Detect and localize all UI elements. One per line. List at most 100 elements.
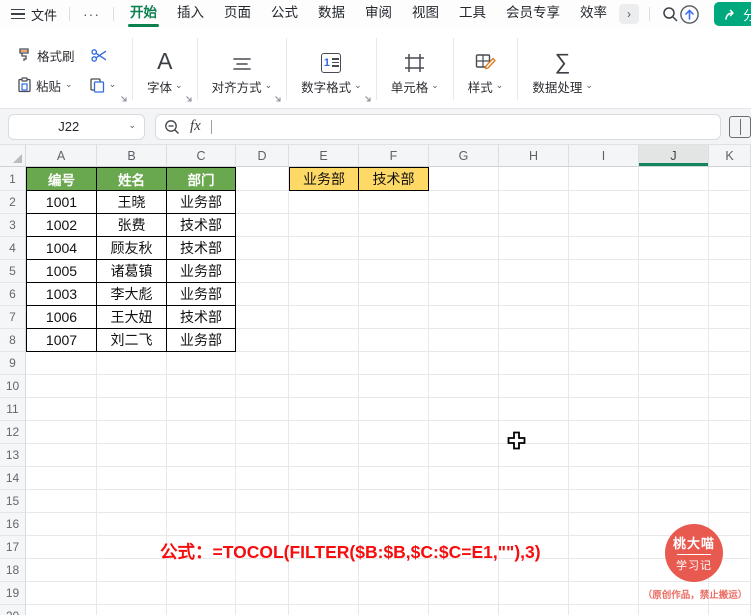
col-header-G[interactable]: G: [429, 145, 499, 167]
cell-H8[interactable]: [499, 329, 569, 352]
cell-F12[interactable]: [359, 421, 429, 444]
cell-I15[interactable]: [569, 490, 639, 513]
cell-C1[interactable]: 部门: [167, 167, 236, 191]
cell-E1[interactable]: 业务部: [289, 167, 359, 191]
cell-B6[interactable]: 李大彪: [97, 283, 167, 306]
file-menu-button[interactable]: 文件: [0, 5, 69, 24]
cell-I19[interactable]: [569, 582, 639, 605]
cell-I16[interactable]: [569, 513, 639, 536]
cell-H7[interactable]: [499, 306, 569, 329]
dialog-launcher-icon[interactable]: [274, 95, 282, 103]
cell-B12[interactable]: [97, 421, 167, 444]
cell-C9[interactable]: [167, 352, 236, 375]
cell-C4[interactable]: 技术部: [167, 237, 236, 260]
cell-G3[interactable]: [429, 214, 499, 237]
cell-A13[interactable]: [26, 444, 97, 467]
col-header-C[interactable]: C: [167, 145, 236, 167]
cell-D9[interactable]: [236, 352, 289, 375]
insert-function-icon[interactable]: fx: [190, 118, 201, 135]
cell-E19[interactable]: [289, 582, 359, 605]
cells-group-button[interactable]: 单元格 ⌄: [377, 34, 453, 104]
cell-A4[interactable]: 1004: [26, 237, 97, 260]
cell-C2[interactable]: 业务部: [167, 191, 236, 214]
alignment-group-button[interactable]: 对齐方式 ⌄: [198, 34, 287, 104]
cell-B14[interactable]: [97, 467, 167, 490]
data-tools-group-button[interactable]: ∑ 数据处理 ⌄: [518, 34, 607, 104]
cell-G5[interactable]: [429, 260, 499, 283]
cell-J12[interactable]: [639, 421, 709, 444]
tab-视图[interactable]: 视图: [402, 0, 449, 28]
cell-E9[interactable]: [289, 352, 359, 375]
cell-E16[interactable]: [289, 513, 359, 536]
cell-F8[interactable]: [359, 329, 429, 352]
cell-A7[interactable]: 1006: [26, 306, 97, 329]
search-icon[interactable]: [662, 6, 679, 23]
cell-A15[interactable]: [26, 490, 97, 513]
col-header-B[interactable]: B: [97, 145, 167, 167]
cell-D10[interactable]: [236, 375, 289, 398]
copy-button[interactable]: ⌄: [86, 75, 120, 95]
cell-F20[interactable]: [359, 605, 429, 615]
row-header-7[interactable]: 7: [0, 306, 26, 329]
cell-D16[interactable]: [236, 513, 289, 536]
cell-K10[interactable]: [709, 375, 751, 398]
cell-G15[interactable]: [429, 490, 499, 513]
cell-A3[interactable]: 1002: [26, 214, 97, 237]
styles-group-button[interactable]: 样式 ⌄: [454, 34, 518, 104]
cell-K8[interactable]: [709, 329, 751, 352]
cell-C13[interactable]: [167, 444, 236, 467]
tab-数据[interactable]: 数据: [308, 0, 355, 28]
cell-F9[interactable]: [359, 352, 429, 375]
cell-E5[interactable]: [289, 260, 359, 283]
select-all-corner[interactable]: [0, 145, 26, 167]
cell-F2[interactable]: [359, 191, 429, 214]
cell-H6[interactable]: [499, 283, 569, 306]
cell-A19[interactable]: [26, 582, 97, 605]
cell-K7[interactable]: [709, 306, 751, 329]
cell-I10[interactable]: [569, 375, 639, 398]
cell-K20[interactable]: [709, 605, 751, 615]
cell-A20[interactable]: [26, 605, 97, 615]
cell-E7[interactable]: [289, 306, 359, 329]
cloud-upload-icon[interactable]: [679, 4, 700, 25]
cell-I17[interactable]: [569, 536, 639, 559]
row-header-11[interactable]: 11: [0, 398, 26, 421]
cell-G13[interactable]: [429, 444, 499, 467]
cell-A18[interactable]: [26, 559, 97, 582]
cell-G12[interactable]: [429, 421, 499, 444]
cell-I2[interactable]: [569, 191, 639, 214]
cell-D6[interactable]: [236, 283, 289, 306]
cell-H9[interactable]: [499, 352, 569, 375]
cell-F1[interactable]: 技术部: [359, 167, 429, 191]
cell-B13[interactable]: [97, 444, 167, 467]
row-header-18[interactable]: 18: [0, 559, 26, 582]
row-header-9[interactable]: 9: [0, 352, 26, 375]
cell-A6[interactable]: 1003: [26, 283, 97, 306]
cell-K2[interactable]: [709, 191, 751, 214]
cell-I18[interactable]: [569, 559, 639, 582]
cell-B18[interactable]: [97, 559, 167, 582]
cell-B11[interactable]: [97, 398, 167, 421]
cell-G7[interactable]: [429, 306, 499, 329]
cell-C6[interactable]: 业务部: [167, 283, 236, 306]
cell-G8[interactable]: [429, 329, 499, 352]
cell-E15[interactable]: [289, 490, 359, 513]
cell-H1[interactable]: [499, 167, 569, 191]
cell-K14[interactable]: [709, 467, 751, 490]
col-header-A[interactable]: A: [26, 145, 97, 167]
cell-I14[interactable]: [569, 467, 639, 490]
cell-J5[interactable]: [639, 260, 709, 283]
cell-G9[interactable]: [429, 352, 499, 375]
paste-button[interactable]: 粘贴 ⌄: [14, 74, 76, 97]
cell-C12[interactable]: [167, 421, 236, 444]
row-header-15[interactable]: 15: [0, 490, 26, 513]
format-painter-button[interactable]: 格式刷: [14, 44, 78, 67]
cell-D12[interactable]: [236, 421, 289, 444]
row-header-17[interactable]: 17: [0, 536, 26, 559]
cell-B20[interactable]: [97, 605, 167, 615]
cell-D14[interactable]: [236, 467, 289, 490]
cell-B8[interactable]: 刘二飞: [97, 329, 167, 352]
cell-E6[interactable]: [289, 283, 359, 306]
cell-K11[interactable]: [709, 398, 751, 421]
cell-J4[interactable]: [639, 237, 709, 260]
